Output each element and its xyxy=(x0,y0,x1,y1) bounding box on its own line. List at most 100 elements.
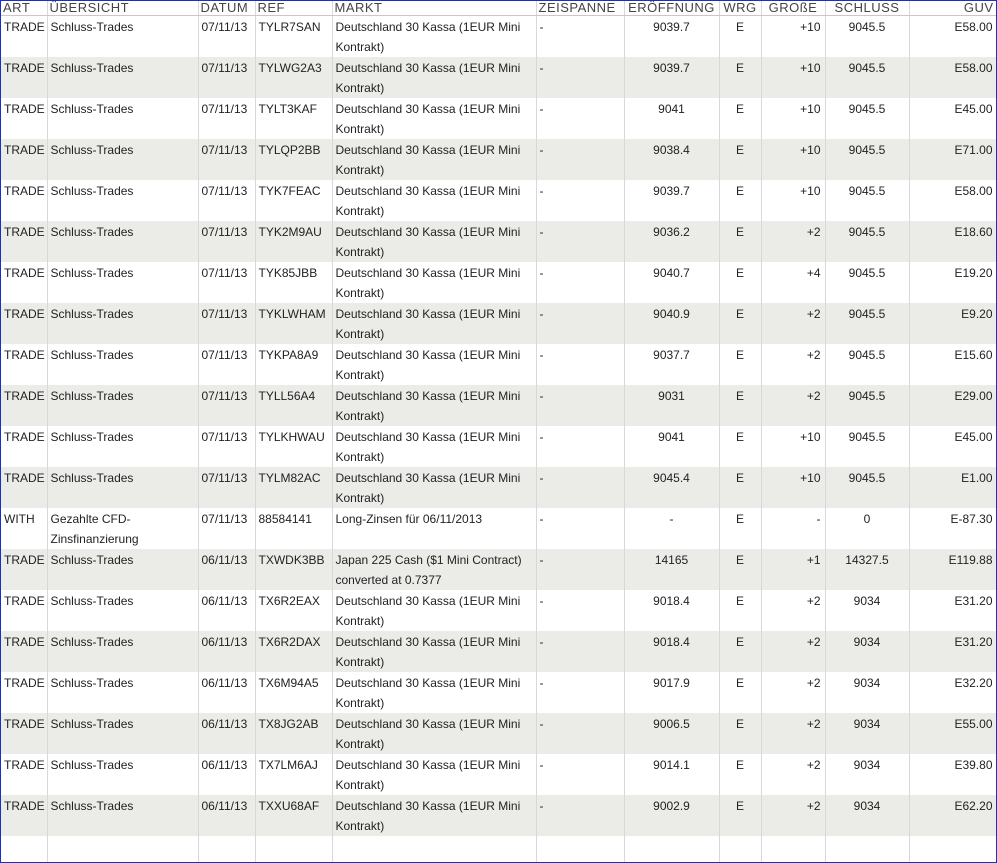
table-row[interactable]: TRADE Schluss-Trades 07/11/13 TYLR7SAN Deuts… xyxy=(1,15,996,57)
header-zeispanne[interactable]: ZEISPANNE xyxy=(536,1,625,16)
table-row[interactable]: TRADE Schluss-Trades 07/11/13 TYLWG2A3 Deuts… xyxy=(1,57,996,98)
table-body: TRADE Schluss-Trades 07/11/13 TYLR7SAN Deuts… xyxy=(1,15,996,862)
cell-guv: E31.20 xyxy=(909,631,996,672)
table-row[interactable]: TRADE Schluss-Trades 07/11/13 TYKPA8A9 Deuts… xyxy=(1,344,996,385)
cell-zeispanne: - xyxy=(536,344,625,385)
cell-guv: E19.20 xyxy=(909,262,996,303)
cell-guv: E-87.30 xyxy=(909,508,996,549)
cell-wrg: E xyxy=(719,344,762,385)
cell-schluss: 9045.5 xyxy=(825,303,910,344)
cell-zeispanne: - xyxy=(536,98,625,139)
cell-schluss: 0 xyxy=(825,508,910,549)
cell-wrg: E xyxy=(719,549,762,590)
cell-art: TRADE xyxy=(1,426,48,467)
cell-schluss: 9034 xyxy=(825,672,910,713)
cell-markt: Japan 225 Cash ($1 Mini Contract) conver… xyxy=(332,549,537,590)
cell-datum: 07/11/13 xyxy=(198,508,256,549)
table-row[interactable]: TRADE Schluss-Trades 06/11/13 TX8JG2AB Deuts… xyxy=(1,713,996,754)
cell-art: TRADE xyxy=(1,467,48,508)
cell-groesse: - xyxy=(761,508,826,549)
table-row[interactable]: TRADE Schluss-Trades 07/11/13 TYLKHWAU Deuts… xyxy=(1,426,996,467)
cell-guv: E45.00 xyxy=(909,98,996,139)
cell-zeispanne: - xyxy=(536,795,625,836)
cell-zeispanne: - xyxy=(536,139,625,180)
header-guv[interactable]: GUV xyxy=(909,1,996,16)
header-uebersicht[interactable]: ÜBERSICHT xyxy=(47,1,199,16)
cell-ref: TX8JG2AB xyxy=(255,713,333,754)
table-row[interactable]: TRADE Schluss-Trades 06/11/13 TX6M94A5 Deuts… xyxy=(1,672,996,713)
cell-datum: 07/11/13 xyxy=(198,344,256,385)
cell-markt: Deutschland 30 Kassa (1EUR Mini Kontrakt… xyxy=(332,426,537,467)
table-row[interactable]: TRADE Schluss-Trades 06/11/13 TX7LM6AJ Deuts… xyxy=(1,754,996,795)
cell-ref: TX7LM6AJ xyxy=(255,754,333,795)
cell-guv: E15.60 xyxy=(909,344,996,385)
cell-ref: TYLKHWAU xyxy=(255,426,333,467)
cell-datum: 07/11/13 xyxy=(198,385,256,426)
cell-art: TRADE xyxy=(1,344,48,385)
table-row[interactable]: TRADE Schluss-Trades 06/11/13 TX6R2EAX Deuts… xyxy=(1,590,996,631)
cell-schluss: 9045.5 xyxy=(825,344,910,385)
table-row[interactable]: TRADE Schluss-Trades 07/11/13 TYK7FEAC Deuts… xyxy=(1,180,996,221)
cell-groesse: +2 xyxy=(761,344,826,385)
cell-wrg: E xyxy=(719,631,762,672)
table-row[interactable]: TRADE Schluss-Trades 07/11/13 TYLQP2BB Deuts… xyxy=(1,139,996,180)
cell-datum: 07/11/13 xyxy=(198,180,256,221)
cell-groesse: +10 xyxy=(761,180,826,221)
cell-wrg: E xyxy=(719,221,762,262)
table-row[interactable]: TRADE Schluss-Trades 07/11/13 TYKLWHAM Deuts… xyxy=(1,303,996,344)
cell-guv: E71.00 xyxy=(909,139,996,180)
cell-groesse: +2 xyxy=(761,590,826,631)
cell-datum: 06/11/13 xyxy=(198,672,256,713)
cell-art: TRADE xyxy=(1,590,48,631)
table-row[interactable]: TRADE Schluss-Trades 07/11/13 TYK85JBB Deuts… xyxy=(1,262,996,303)
empty-row xyxy=(1,836,996,862)
cell-ref: TX6M94A5 xyxy=(255,672,333,713)
cell-datum: 07/11/13 xyxy=(198,467,256,508)
table-row[interactable]: TRADE Schluss-Trades 06/11/13 TX6R2DAX Deuts… xyxy=(1,631,996,672)
empty-cell xyxy=(198,836,256,862)
cell-uebersicht: Schluss-Trades xyxy=(47,15,199,57)
cell-markt: Deutschland 30 Kassa (1EUR Mini Kontrakt… xyxy=(332,795,537,836)
cell-wrg: E xyxy=(719,385,762,426)
cell-groesse: +2 xyxy=(761,303,826,344)
table-row[interactable]: TRADE Schluss-Trades 07/11/13 TYLT3KAF Deuts… xyxy=(1,98,996,139)
empty-cell xyxy=(1,836,48,862)
cell-schluss: 9045.5 xyxy=(825,385,910,426)
table-row[interactable]: TRADE Schluss-Trades 07/11/13 TYLL56A4 Deuts… xyxy=(1,385,996,426)
cell-eroeffnung: 9038.4 xyxy=(624,139,720,180)
cell-eroeffnung: 9037.7 xyxy=(624,344,720,385)
cell-eroeffnung: 9002.9 xyxy=(624,795,720,836)
cell-zeispanne: - xyxy=(536,426,625,467)
cell-eroeffnung: 9041 xyxy=(624,426,720,467)
cell-groesse: +2 xyxy=(761,672,826,713)
cell-zeispanne: - xyxy=(536,508,625,549)
cell-wrg: E xyxy=(719,180,762,221)
cell-schluss: 9034 xyxy=(825,754,910,795)
header-schluss[interactable]: SCHLUSS xyxy=(825,1,910,16)
cell-datum: 07/11/13 xyxy=(198,262,256,303)
table-row[interactable]: TRADE Schluss-Trades 06/11/13 TXWDK3BB Japan… xyxy=(1,549,996,590)
cell-wrg: E xyxy=(719,467,762,508)
cell-art: TRADE xyxy=(1,139,48,180)
cell-markt: Deutschland 30 Kassa (1EUR Mini Kontrakt… xyxy=(332,15,537,57)
table-row[interactable]: TRADE Schluss-Trades 07/11/13 TYK2M9AU Deuts… xyxy=(1,221,996,262)
header-wrg[interactable]: WRG xyxy=(719,1,762,16)
header-groesse[interactable]: GROßE xyxy=(761,1,826,16)
header-art[interactable]: ART xyxy=(1,1,48,16)
header-markt[interactable]: MARKT xyxy=(332,1,537,16)
table-row[interactable]: TRADE Schluss-Trades 07/11/13 TYLM82AC Deuts… xyxy=(1,467,996,508)
cell-datum: 07/11/13 xyxy=(198,15,256,57)
cell-datum: 07/11/13 xyxy=(198,139,256,180)
cell-datum: 06/11/13 xyxy=(198,549,256,590)
cell-markt: Deutschland 30 Kassa (1EUR Mini Kontrakt… xyxy=(332,590,537,631)
empty-cell xyxy=(624,836,720,862)
cell-wrg: E xyxy=(719,426,762,467)
cell-ref: TYK2M9AU xyxy=(255,221,333,262)
header-eroeffnung[interactable]: ERÖFFNUNG xyxy=(624,1,720,16)
table-row[interactable]: TRADE Schluss-Trades 06/11/13 TXXU68AF Deuts… xyxy=(1,795,996,836)
cell-ref: TX6R2DAX xyxy=(255,631,333,672)
cell-schluss: 9045.5 xyxy=(825,467,910,508)
header-datum[interactable]: DATUM xyxy=(198,1,256,16)
header-ref[interactable]: REF xyxy=(255,1,333,16)
table-row[interactable]: WITH Gezahlte CFD-Zinsfinanzierung 07/11/1… xyxy=(1,508,996,549)
